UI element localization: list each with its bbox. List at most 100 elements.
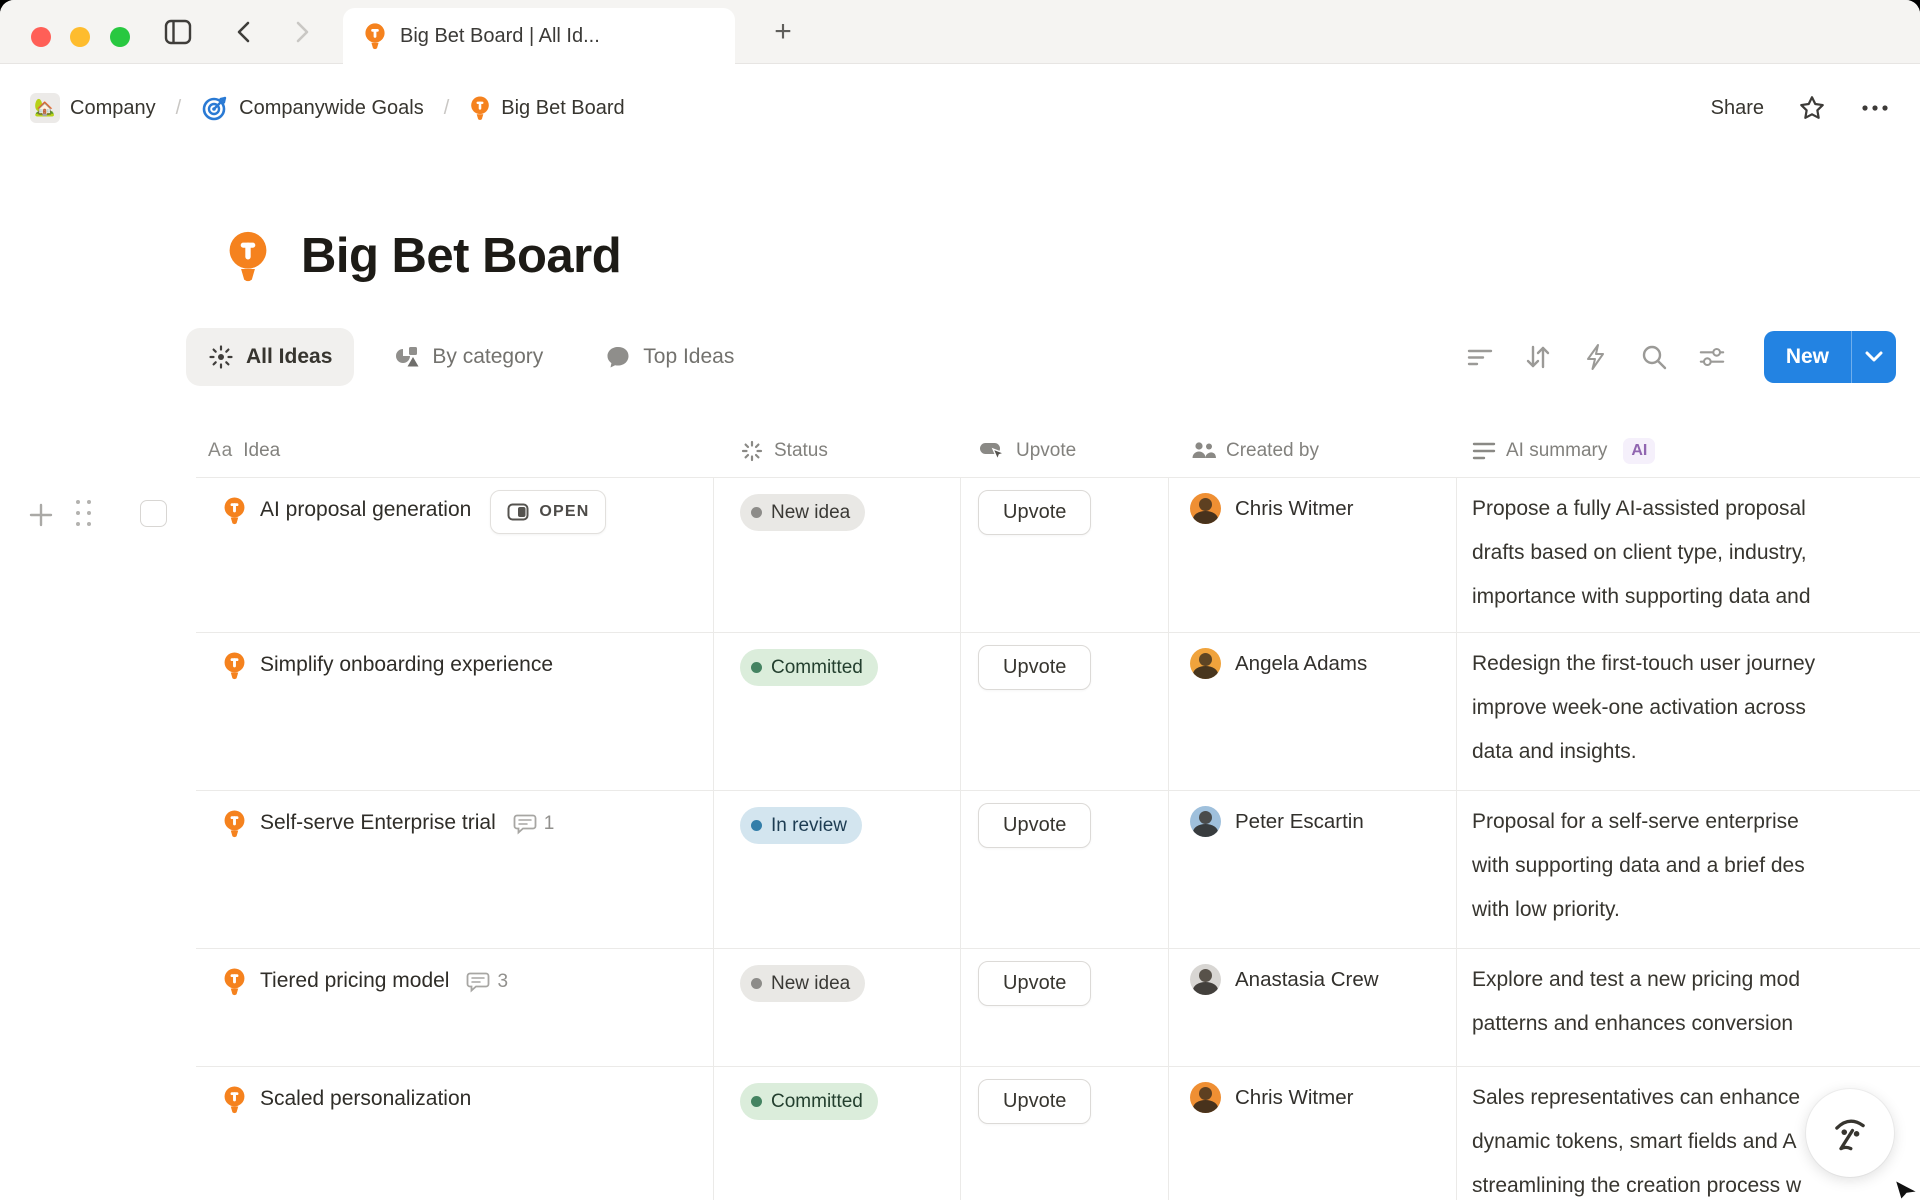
bulb-icon: [222, 967, 247, 996]
breadcrumb-item-company[interactable]: Company: [70, 97, 156, 120]
bulb-icon: [222, 496, 247, 525]
comment-icon: [466, 970, 490, 994]
view-tab-label: Top Ideas: [643, 345, 734, 369]
column-header-status[interactable]: Status: [714, 425, 961, 477]
avatar: [1190, 806, 1221, 837]
search-icon[interactable]: [1640, 343, 1668, 371]
breadcrumb-item-big-bet-board[interactable]: Big Bet Board: [501, 97, 624, 120]
page-title: Big Bet Board: [301, 228, 621, 284]
ai-badge: AI: [1623, 438, 1655, 464]
ai-summary-cell[interactable]: Explore and test a new pricing mod patte…: [1457, 949, 1920, 1066]
creator-name[interactable]: Peter Escartin: [1235, 810, 1364, 834]
column-header-created-by[interactable]: Created by: [1169, 425, 1457, 477]
status-badge[interactable]: Committed: [740, 649, 878, 686]
avatar: [1190, 493, 1221, 524]
house-icon: 🏡: [30, 93, 60, 123]
table-row[interactable]: Self-serve Enterprise trial 1 In review …: [196, 791, 1920, 949]
idea-title[interactable]: Self-serve Enterprise trial: [260, 811, 496, 835]
side-peek-icon: [507, 503, 529, 521]
browser-tab[interactable]: Big Bet Board | All Id...: [343, 8, 735, 64]
target-icon: [201, 94, 229, 122]
table-body: AI proposal generation OPEN New idea Upv…: [196, 478, 1920, 1200]
ai-summary-cell[interactable]: Proposal for a self-serve enterprise wit…: [1457, 791, 1920, 948]
automation-icon[interactable]: [1582, 343, 1610, 371]
people-icon: [1190, 439, 1216, 463]
upvote-button[interactable]: Upvote: [978, 490, 1091, 535]
table-row[interactable]: Tiered pricing model 3 New idea Upvote A…: [196, 949, 1920, 1067]
upvote-button[interactable]: Upvote: [978, 961, 1091, 1006]
zoom-window-button[interactable]: [110, 27, 130, 47]
new-button[interactable]: New: [1764, 331, 1896, 383]
column-header-ai-summary[interactable]: AI summary AI: [1457, 425, 1920, 477]
ai-face-icon: [1827, 1110, 1873, 1156]
avatar: [1190, 1082, 1221, 1113]
table-header-row: Aa Idea Status Upvote Created by AI su: [196, 425, 1920, 478]
view-tab-label: All Ideas: [246, 345, 332, 369]
view-tab-label: By category: [432, 345, 543, 369]
column-header-idea[interactable]: Aa Idea: [196, 425, 714, 477]
comment-icon: [513, 812, 537, 836]
add-row-plus-icon[interactable]: [28, 502, 54, 533]
column-header-label: Created by: [1226, 440, 1319, 462]
breadcrumb-item-companywide-goals[interactable]: Companywide Goals: [239, 97, 424, 120]
status-badge[interactable]: New idea: [740, 494, 865, 531]
minimize-window-button[interactable]: [70, 27, 90, 47]
breadcrumb-separator: /: [176, 97, 182, 120]
chat-icon: [605, 344, 631, 370]
upvote-button-icon: [978, 438, 1006, 464]
align-left-icon: [1472, 440, 1496, 462]
bulb-favicon-icon: [363, 22, 387, 50]
breadcrumb-separator: /: [444, 97, 450, 120]
table-row[interactable]: AI proposal generation OPEN New idea Upv…: [196, 478, 1920, 633]
favorite-star-icon[interactable]: [1798, 94, 1826, 122]
upvote-button[interactable]: Upvote: [978, 645, 1091, 690]
share-button[interactable]: Share: [1711, 97, 1764, 120]
bulb-icon: [222, 651, 247, 680]
row-checkbox[interactable]: [140, 500, 167, 527]
mouse-cursor: [1893, 1178, 1920, 1200]
open-button-label: OPEN: [539, 503, 589, 521]
idea-title[interactable]: Simplify onboarding experience: [260, 653, 553, 677]
more-options-icon[interactable]: [1860, 103, 1890, 113]
creator-name[interactable]: Anastasia Crew: [1235, 968, 1379, 992]
open-button[interactable]: OPEN: [490, 490, 606, 534]
view-tab-all-ideas[interactable]: All Ideas: [186, 328, 354, 386]
breadcrumb-bar: 🏡 Company / Companywide Goals / Big Bet …: [0, 64, 1920, 152]
upvote-button[interactable]: Upvote: [978, 1079, 1091, 1124]
ai-summary-cell[interactable]: Redesign the first-touch user journey im…: [1457, 633, 1920, 790]
filter-icon[interactable]: [1466, 343, 1494, 371]
forward-icon[interactable]: [288, 18, 316, 46]
creator-name[interactable]: Chris Witmer: [1235, 497, 1353, 521]
comment-count[interactable]: 1: [513, 812, 555, 836]
column-header-label: Status: [774, 440, 828, 462]
status-badge[interactable]: New idea: [740, 965, 865, 1002]
creator-name[interactable]: Chris Witmer: [1235, 1086, 1353, 1110]
notion-ai-floating-button[interactable]: [1806, 1089, 1894, 1177]
avatar: [1190, 648, 1221, 679]
chevron-down-icon[interactable]: [1852, 331, 1896, 383]
drag-handle-icon[interactable]: [76, 500, 93, 528]
status-badge[interactable]: Committed: [740, 1083, 878, 1120]
comment-count[interactable]: 3: [466, 970, 508, 994]
column-header-upvote[interactable]: Upvote: [961, 425, 1169, 477]
sidebar-toggle-icon[interactable]: [164, 18, 192, 46]
bulb-icon: [222, 809, 247, 838]
view-tab-by-category[interactable]: By category: [372, 328, 565, 386]
back-icon[interactable]: [230, 18, 258, 46]
idea-title[interactable]: Scaled personalization: [260, 1087, 471, 1111]
tab-title: Big Bet Board | All Id...: [400, 25, 600, 48]
ai-summary-cell[interactable]: Propose a fully AI-assisted proposal dra…: [1457, 478, 1920, 632]
creator-name[interactable]: Angela Adams: [1235, 652, 1367, 676]
close-window-button[interactable]: [31, 27, 51, 47]
avatar: [1190, 964, 1221, 995]
status-badge[interactable]: In review: [740, 807, 862, 844]
upvote-button[interactable]: Upvote: [978, 803, 1091, 848]
settings-sliders-icon[interactable]: [1698, 343, 1726, 371]
view-tab-top-ideas[interactable]: Top Ideas: [583, 328, 756, 386]
table-row[interactable]: Scaled personalization Committed Upvote …: [196, 1067, 1920, 1200]
idea-title[interactable]: Tiered pricing model: [260, 969, 449, 993]
table-row[interactable]: Simplify onboarding experience Committed…: [196, 633, 1920, 791]
new-tab-button[interactable]: +: [765, 14, 801, 50]
idea-title[interactable]: AI proposal generation: [260, 498, 471, 522]
sort-icon[interactable]: [1524, 343, 1552, 371]
